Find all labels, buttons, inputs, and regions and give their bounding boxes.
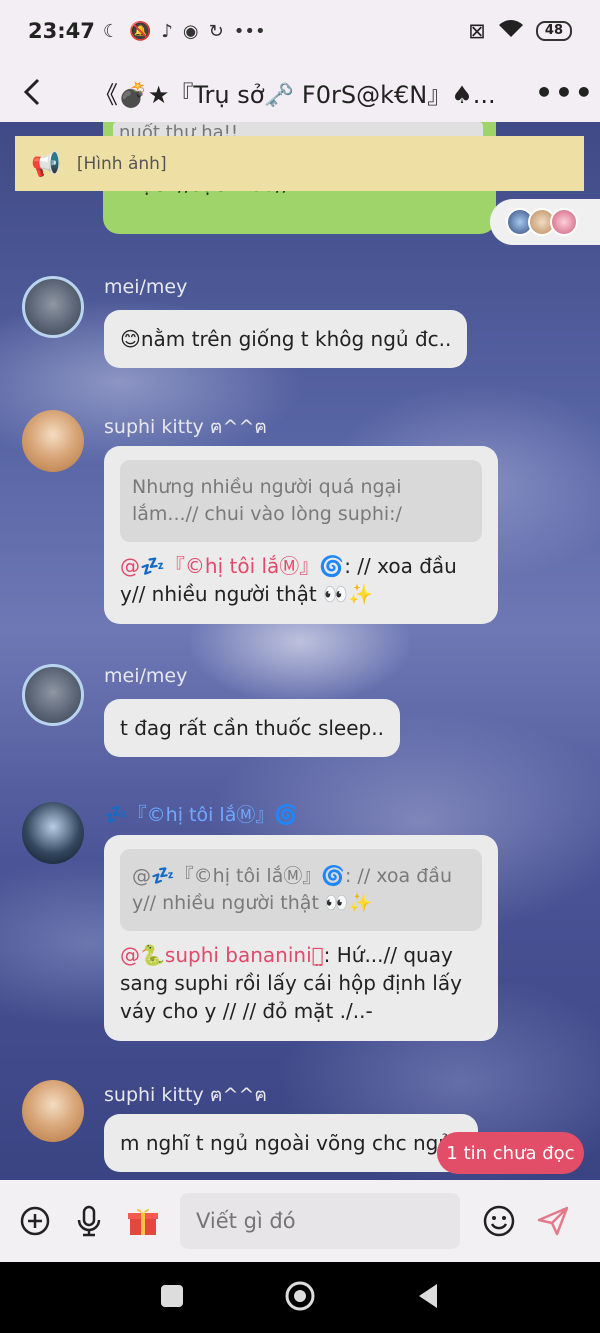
- back-nav-button[interactable]: [415, 1282, 441, 1314]
- mention-link[interactable]: @🐍suphi bananiniꪔ̤: [120, 943, 324, 967]
- add-button[interactable]: [18, 1204, 52, 1238]
- square-icon: [161, 1284, 184, 1307]
- sim-icon: ⊠: [468, 19, 486, 43]
- unread-badge[interactable]: 1 tin chưa đọc: [437, 1132, 584, 1174]
- megaphone-icon: 📢: [31, 149, 61, 178]
- member-avatar: [550, 208, 578, 236]
- input-bar: [0, 1180, 600, 1262]
- gift-icon: [128, 1208, 158, 1235]
- voice-button[interactable]: [72, 1204, 106, 1238]
- app-icon: ◉: [182, 20, 199, 42]
- avatar[interactable]: [22, 1080, 84, 1142]
- message-bubble[interactable]: m nghĩ t ngủ ngoài võng chc ngủ: [104, 1114, 478, 1172]
- microphone-icon: [77, 1205, 101, 1237]
- avatar[interactable]: [22, 664, 84, 726]
- announcement-banner[interactable]: 📢 [Hình ảnh]: [15, 136, 584, 191]
- avatar[interactable]: [22, 802, 84, 864]
- tiktok-icon: ♪: [161, 20, 173, 42]
- message-bubble[interactable]: 😊nằm trên giống t khôg ngủ đc..: [104, 310, 468, 368]
- chat-title[interactable]: 《💣★『Trụ sở🗝️ F0rS@k€N』♠...: [64, 75, 530, 110]
- message-text: t đag rất cần thuốc sleep..: [120, 716, 384, 740]
- status-bar: 23:47 ☾ 🔕 ♪ ◉ ↻ ••• ⊠ 48: [0, 0, 600, 62]
- message-bubble[interactable]: Nhưng nhiều người quá ngại lắm...// chui…: [104, 446, 498, 624]
- message-bubble[interactable]: @💤『©hị tôi lắⓂ』🌀: // xoa đầu y// nhiều n…: [104, 835, 498, 1041]
- reply-quote[interactable]: Nhưng nhiều người quá ngại lắm...// chui…: [120, 460, 482, 542]
- mute-icon: 🔕: [129, 20, 152, 42]
- smiley-icon: [483, 1205, 515, 1237]
- avatar[interactable]: [22, 276, 84, 338]
- sync-icon: ↻: [208, 20, 224, 42]
- chevron-left-icon: [23, 78, 40, 106]
- triangle-back-icon: [418, 1283, 437, 1308]
- home-button[interactable]: [284, 1280, 316, 1316]
- sender-name[interactable]: mei/mey: [104, 276, 187, 298]
- moon-icon: ☾: [102, 20, 119, 42]
- reply-quote[interactable]: @💤『©hị tôi lắⓂ』🌀: // xoa đầu y// nhiều n…: [120, 849, 482, 931]
- battery-indicator: 48: [535, 21, 572, 41]
- announcement-text: [Hình ảnh]: [76, 153, 167, 174]
- chat-header: 《💣★『Trụ sở🗝️ F0rS@k€N』♠... •••: [0, 62, 600, 122]
- wifi-icon: [498, 19, 524, 44]
- avatar[interactable]: [22, 410, 84, 472]
- message-text: m nghĩ t ngủ ngoài võng chc ngủ: [120, 1131, 452, 1155]
- status-right: ⊠ 48: [468, 19, 572, 44]
- status-more: •••: [233, 20, 266, 42]
- recents-button[interactable]: [159, 1283, 185, 1313]
- system-nav-bar: [0, 1262, 600, 1333]
- sender-name[interactable]: 💤『©hị tôi lắⓂ』🌀: [104, 800, 298, 827]
- status-icons: ☾ 🔕 ♪ ◉ ↻ •••: [103, 21, 266, 42]
- send-icon: [537, 1206, 569, 1236]
- circle-icon: [285, 1281, 315, 1310]
- send-button[interactable]: [536, 1204, 570, 1238]
- sender-name[interactable]: suphi kitty ฅ^^ฅ: [104, 412, 267, 442]
- more-options-button[interactable]: •••: [530, 76, 600, 109]
- message-input[interactable]: [180, 1193, 460, 1249]
- status-time: 23:47: [28, 19, 95, 43]
- sender-name[interactable]: mei/mey: [104, 665, 187, 687]
- gift-button[interactable]: [126, 1204, 160, 1238]
- plus-icon: [20, 1206, 50, 1236]
- online-members[interactable]: [490, 199, 600, 245]
- sender-name[interactable]: suphi kitty ฅ^^ฅ: [104, 1080, 267, 1110]
- mention-link[interactable]: @💤『©hị tôi lắⓂ』🌀: [120, 554, 344, 578]
- emoji-button[interactable]: [482, 1204, 516, 1238]
- message-body: @🐍suphi bananiniꪔ̤: Hứ...// quay sang su…: [120, 941, 482, 1025]
- back-button[interactable]: [0, 62, 64, 122]
- message-body: @💤『©hị tôi lắⓂ』🌀: // xoa đầu y// nhiều n…: [120, 552, 482, 608]
- message-text: 😊nằm trên giống t khôg ngủ đc..: [120, 327, 452, 351]
- message-bubble[interactable]: t đag rất cần thuốc sleep..: [104, 699, 400, 757]
- chat-area[interactable]: nuốt thư ha!! khặc- //sặc máu// 📢 [Hình …: [0, 122, 600, 1180]
